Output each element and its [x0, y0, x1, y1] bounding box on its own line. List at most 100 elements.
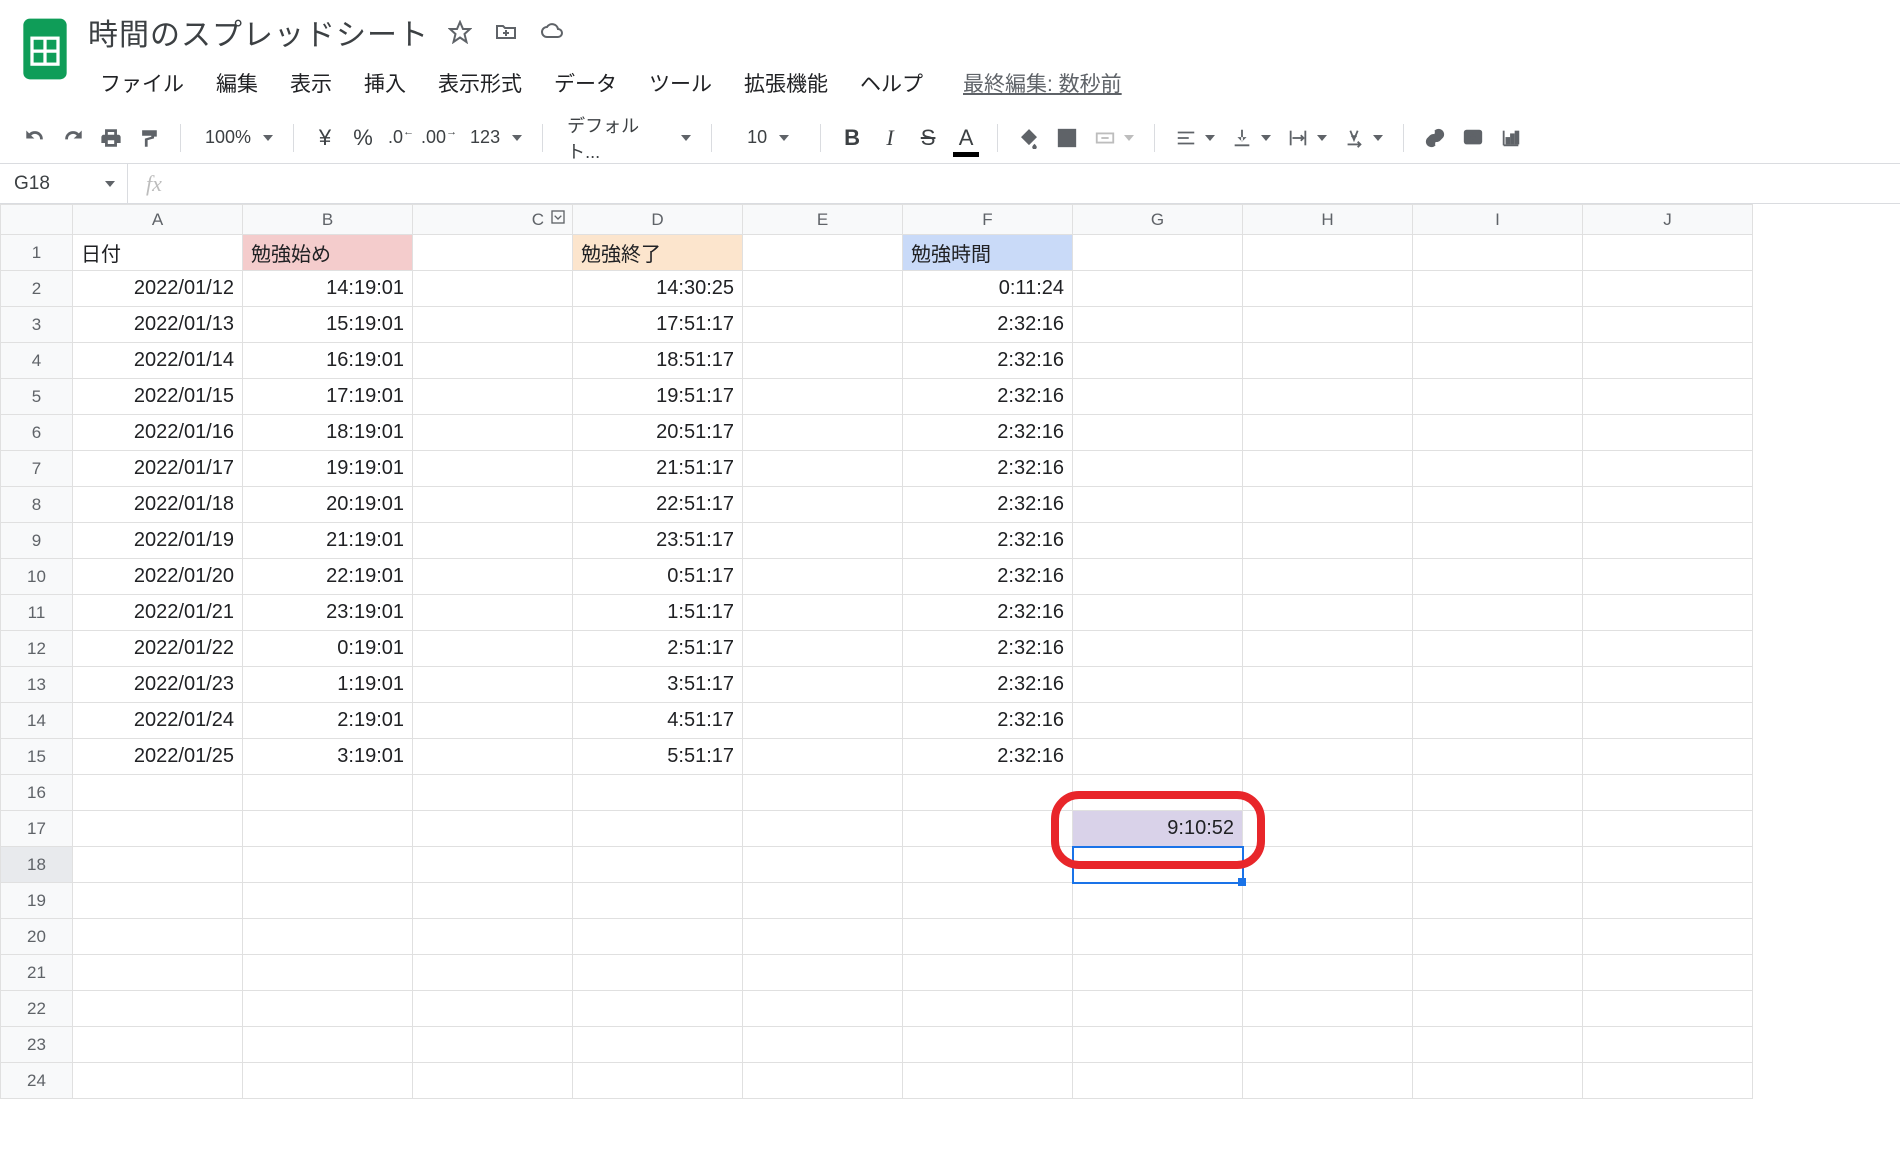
column-header[interactable]: D — [573, 205, 743, 235]
cell[interactable]: 2022/01/14 — [73, 343, 243, 379]
selection-handle[interactable] — [1238, 878, 1246, 886]
cell[interactable]: 1:19:01 — [243, 667, 413, 703]
cell[interactable]: 勉強時間 — [903, 235, 1073, 271]
cell[interactable] — [743, 307, 903, 343]
cell[interactable] — [413, 523, 573, 559]
cell[interactable] — [1413, 307, 1583, 343]
row-header[interactable]: 10 — [1, 559, 73, 595]
cell[interactable] — [1073, 343, 1243, 379]
cell[interactable] — [573, 991, 743, 1027]
cell[interactable] — [1583, 487, 1753, 523]
column-header[interactable]: F — [903, 205, 1073, 235]
select-all-corner[interactable] — [1, 205, 73, 235]
cell[interactable] — [903, 955, 1073, 991]
text-rotation-button[interactable] — [1337, 127, 1389, 149]
cell[interactable]: 2022/01/16 — [73, 415, 243, 451]
cell[interactable]: 21:51:17 — [573, 451, 743, 487]
last-edit-link[interactable]: 最終編集: 数秒前 — [963, 68, 1122, 98]
cell[interactable] — [413, 703, 573, 739]
cell[interactable]: 2022/01/12 — [73, 271, 243, 307]
cell[interactable] — [1583, 1027, 1753, 1063]
cell[interactable]: 2:32:16 — [903, 487, 1073, 523]
cell[interactable] — [413, 811, 573, 847]
filter-icon[interactable] — [550, 209, 566, 230]
cell[interactable] — [1073, 919, 1243, 955]
redo-button[interactable] — [56, 121, 90, 155]
cell[interactable] — [743, 451, 903, 487]
cell[interactable]: 2:32:16 — [903, 307, 1073, 343]
cell[interactable]: 2:32:16 — [903, 703, 1073, 739]
cell[interactable] — [743, 631, 903, 667]
cell[interactable]: 1:51:17 — [573, 595, 743, 631]
cell[interactable]: 2:51:17 — [573, 631, 743, 667]
cell[interactable] — [1583, 379, 1753, 415]
cell[interactable] — [1413, 739, 1583, 775]
cell[interactable] — [1073, 559, 1243, 595]
cell[interactable]: 2022/01/17 — [73, 451, 243, 487]
cell[interactable]: 22:51:17 — [573, 487, 743, 523]
merge-cells-button[interactable] — [1088, 127, 1140, 149]
cell[interactable] — [1583, 703, 1753, 739]
cell[interactable] — [413, 739, 573, 775]
column-header[interactable]: B — [243, 205, 413, 235]
cell[interactable] — [1583, 775, 1753, 811]
row-header[interactable]: 20 — [1, 919, 73, 955]
move-to-folder-icon[interactable] — [491, 17, 521, 47]
cell[interactable] — [743, 1027, 903, 1063]
cell[interactable]: 2:19:01 — [243, 703, 413, 739]
cell[interactable] — [1243, 703, 1413, 739]
cell[interactable] — [1413, 703, 1583, 739]
cell[interactable]: 20:51:17 — [573, 415, 743, 451]
cell[interactable] — [1583, 523, 1753, 559]
cell[interactable]: 23:51:17 — [573, 523, 743, 559]
cell[interactable] — [903, 991, 1073, 1027]
cell[interactable] — [743, 775, 903, 811]
cell[interactable] — [413, 883, 573, 919]
cell[interactable] — [1243, 811, 1413, 847]
row-header[interactable]: 2 — [1, 271, 73, 307]
cell[interactable]: 15:19:01 — [243, 307, 413, 343]
cell[interactable] — [1243, 1063, 1413, 1099]
paint-format-button[interactable] — [132, 121, 166, 155]
cell[interactable] — [1583, 919, 1753, 955]
cell[interactable] — [1243, 847, 1413, 883]
cell[interactable] — [743, 703, 903, 739]
text-wrap-button[interactable] — [1281, 127, 1333, 149]
cell[interactable]: 勉強終了 — [573, 235, 743, 271]
cell[interactable]: 2:32:16 — [903, 667, 1073, 703]
cell[interactable] — [573, 1063, 743, 1099]
cell[interactable] — [1413, 235, 1583, 271]
cell[interactable] — [73, 991, 243, 1027]
cell[interactable] — [903, 919, 1073, 955]
cell[interactable] — [1073, 667, 1243, 703]
cell[interactable]: 17:19:01 — [243, 379, 413, 415]
cell[interactable] — [1243, 1027, 1413, 1063]
menu-format[interactable]: 表示形式 — [426, 64, 534, 102]
cell[interactable] — [1583, 1063, 1753, 1099]
cell[interactable] — [1243, 415, 1413, 451]
cell[interactable] — [73, 955, 243, 991]
row-header[interactable]: 17 — [1, 811, 73, 847]
cell[interactable] — [413, 559, 573, 595]
cell[interactable] — [1243, 523, 1413, 559]
cell[interactable] — [1583, 595, 1753, 631]
row-header[interactable]: 8 — [1, 487, 73, 523]
cell[interactable] — [1583, 847, 1753, 883]
cell[interactable] — [573, 1027, 743, 1063]
cell[interactable] — [1413, 415, 1583, 451]
menu-help[interactable]: ヘルプ — [848, 64, 935, 102]
cell[interactable] — [573, 919, 743, 955]
cell[interactable] — [1243, 955, 1413, 991]
insert-link-button[interactable] — [1418, 121, 1452, 155]
cell[interactable] — [1243, 991, 1413, 1027]
cell[interactable]: 9:10:52 — [1073, 811, 1243, 847]
cell[interactable] — [413, 991, 573, 1027]
cell[interactable]: 2022/01/24 — [73, 703, 243, 739]
row-header[interactable]: 5 — [1, 379, 73, 415]
cell[interactable] — [73, 775, 243, 811]
row-header[interactable]: 14 — [1, 703, 73, 739]
cell[interactable] — [1413, 775, 1583, 811]
cell[interactable]: 2:32:16 — [903, 595, 1073, 631]
cell[interactable] — [243, 847, 413, 883]
cell[interactable]: 22:19:01 — [243, 559, 413, 595]
